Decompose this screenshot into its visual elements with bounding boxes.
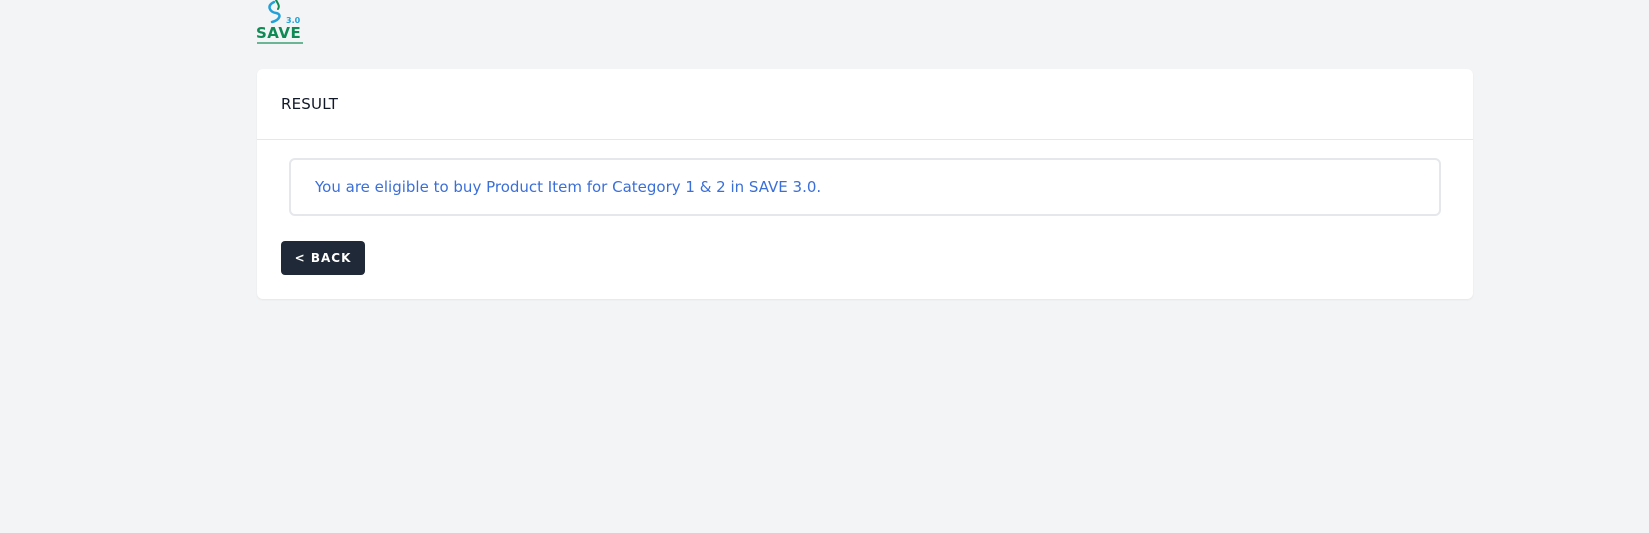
result-card: RESULT You are eligible to buy Product I… — [257, 69, 1473, 299]
page-title: RESULT — [281, 95, 339, 113]
logo-name: SAVE — [256, 24, 302, 42]
logo-tagline-line — [257, 42, 303, 44]
save-logo: SAVE 3.0 — [256, 0, 304, 48]
eligibility-message-box: You are eligible to buy Product Item for… — [289, 158, 1441, 216]
logo-version: 3.0 — [286, 16, 301, 25]
eligibility-message: You are eligible to buy Product Item for… — [315, 178, 822, 196]
back-button[interactable]: < BACK — [281, 241, 365, 275]
card-header: RESULT — [257, 69, 1473, 140]
